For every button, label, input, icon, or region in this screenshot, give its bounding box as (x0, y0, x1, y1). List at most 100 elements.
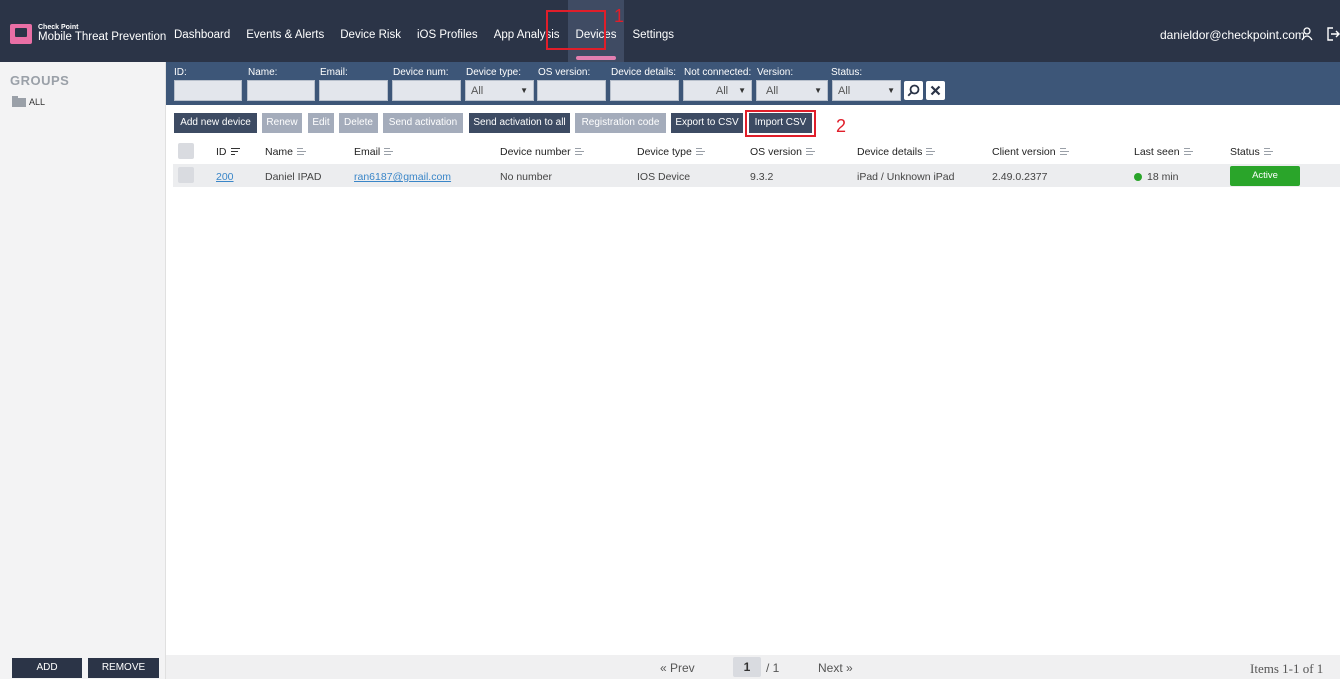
registration-code-button[interactable]: Registration code (575, 113, 666, 133)
delete-button[interactable]: Delete (339, 113, 378, 133)
column-header-device-number[interactable]: Device number (500, 146, 584, 158)
sort-icon (1059, 148, 1069, 156)
column-header-name[interactable]: Name (265, 146, 307, 158)
close-icon (930, 85, 941, 96)
filter-id-input[interactable] (174, 80, 242, 101)
folder-icon (12, 95, 26, 107)
renew-button[interactable]: Renew (262, 113, 302, 133)
filter-label-device-details: Device details: (611, 67, 677, 78)
sort-icon (805, 148, 815, 156)
filter-label-name: Name: (248, 67, 278, 78)
sort-icon (574, 148, 584, 156)
filter-version-value: All (766, 85, 779, 97)
column-header-device-number-label: Device number (500, 146, 571, 158)
column-header-device-details-label: Device details (857, 146, 923, 158)
filter-version-select[interactable]: All ▼ (756, 80, 828, 101)
send-activation-button[interactable]: Send activation (383, 113, 463, 133)
select-all-checkbox[interactable] (178, 143, 194, 159)
group-all-label: ALL (29, 97, 46, 107)
filter-label-device-num: Device num: (393, 67, 449, 78)
search-icon (907, 84, 920, 97)
device-email-link[interactable]: ran6187@gmail.com (354, 171, 451, 183)
export-csv-button[interactable]: Export to CSV (671, 113, 743, 133)
column-header-client-version[interactable]: Client version (992, 146, 1069, 158)
nav-dashboard[interactable]: Dashboard (166, 0, 238, 62)
sort-icon (230, 148, 240, 156)
sort-icon (384, 148, 394, 156)
user-icon[interactable] (1301, 27, 1313, 41)
nav-events-alerts[interactable]: Events & Alerts (238, 0, 332, 62)
send-activation-to-all-button[interactable]: Send activation to all (469, 113, 570, 133)
add-group-button[interactable]: ADD (12, 658, 82, 678)
groups-title: GROUPS (10, 73, 70, 88)
column-header-client-version-label: Client version (992, 146, 1056, 158)
column-header-device-type[interactable]: Device type (637, 146, 705, 158)
os-version: 9.3.2 (750, 171, 774, 183)
sort-icon (1183, 148, 1193, 156)
filter-device-type-value: All (471, 85, 484, 97)
import-csv-button[interactable]: Import CSV (749, 113, 812, 133)
remove-group-button[interactable]: REMOVE (88, 658, 159, 678)
add-new-device-button[interactable]: Add new device (174, 113, 257, 133)
column-header-email[interactable]: Email (354, 146, 394, 158)
edit-button[interactable]: Edit (308, 113, 334, 133)
column-header-last-seen-label: Last seen (1134, 146, 1180, 158)
caret-down-icon: ▼ (887, 86, 895, 95)
filter-device-details-input[interactable] (610, 80, 679, 101)
last-seen: 18 min (1134, 171, 1179, 183)
column-header-email-label: Email (354, 146, 381, 158)
column-header-device-details[interactable]: Device details (857, 146, 936, 158)
device-details: iPad / Unknown iPad (857, 171, 955, 183)
page-number-input[interactable]: 1 (733, 657, 761, 677)
sort-icon (297, 148, 307, 156)
annotation-number-1: 1 (614, 6, 625, 26)
column-header-device-type-label: Device type (637, 146, 692, 158)
column-header-status-label: Status (1230, 146, 1260, 158)
check-point-logo-icon (10, 24, 32, 44)
user-email[interactable]: danieldor@checkpoint.com (1160, 28, 1305, 42)
filter-device-type-select[interactable]: All ▼ (465, 80, 534, 101)
logout-icon[interactable] (1326, 27, 1340, 41)
search-button[interactable] (904, 81, 923, 100)
column-header-last-seen[interactable]: Last seen (1134, 146, 1193, 158)
logo[interactable]: Check Point Mobile Threat Prevention (10, 24, 166, 44)
sort-icon (695, 148, 705, 156)
filter-status-value: All (838, 85, 851, 97)
device-number: No number (500, 171, 552, 183)
filter-status-select[interactable]: All ▼ (832, 80, 901, 101)
groups-sidebar: GROUPS ALL (0, 62, 166, 679)
device-type: IOS Device (637, 171, 691, 183)
column-header-id[interactable]: ID (216, 146, 240, 158)
nav-device-risk[interactable]: Device Risk (332, 0, 409, 62)
filter-label-os-version: OS version: (538, 67, 591, 78)
online-status-dot-icon (1134, 173, 1142, 181)
items-count: Items 1-1 of 1 (1250, 661, 1324, 676)
filter-label-device-type: Device type: (466, 67, 522, 78)
device-id-link[interactable]: 200 (216, 171, 234, 183)
top-navbar: Check Point Mobile Threat Prevention Das… (0, 0, 1340, 62)
filter-name-input[interactable] (247, 80, 315, 101)
annotation-number-2: 2 (836, 116, 847, 136)
column-header-name-label: Name (265, 146, 294, 158)
filter-not-connected-value: All (715, 85, 729, 97)
column-header-os-version[interactable]: OS version (750, 146, 815, 158)
column-header-os-version-label: OS version (750, 146, 802, 158)
column-header-status[interactable]: Status (1230, 146, 1273, 158)
prev-page-link[interactable]: « Prev (660, 661, 695, 675)
row-checkbox[interactable] (178, 167, 194, 183)
filter-not-connected-select[interactable]: All ▼ (683, 80, 752, 101)
next-page-link[interactable]: Next » (818, 661, 853, 675)
nav-settings[interactable]: Settings (624, 0, 682, 62)
sort-icon (926, 148, 936, 156)
sort-icon (1263, 148, 1273, 156)
group-all[interactable]: ALL (12, 95, 46, 107)
filter-label-email: Email: (320, 67, 348, 78)
nav-ios-profiles[interactable]: iOS Profiles (409, 0, 486, 62)
filter-email-input[interactable] (319, 80, 388, 101)
filter-label-status: Status: (831, 67, 863, 78)
clear-filters-button[interactable] (926, 81, 945, 100)
last-seen-value: 18 min (1147, 171, 1179, 183)
filter-label-not-connected: Not connected: (684, 67, 752, 78)
filter-os-version-input[interactable] (537, 80, 606, 101)
filter-device-num-input[interactable] (392, 80, 461, 101)
